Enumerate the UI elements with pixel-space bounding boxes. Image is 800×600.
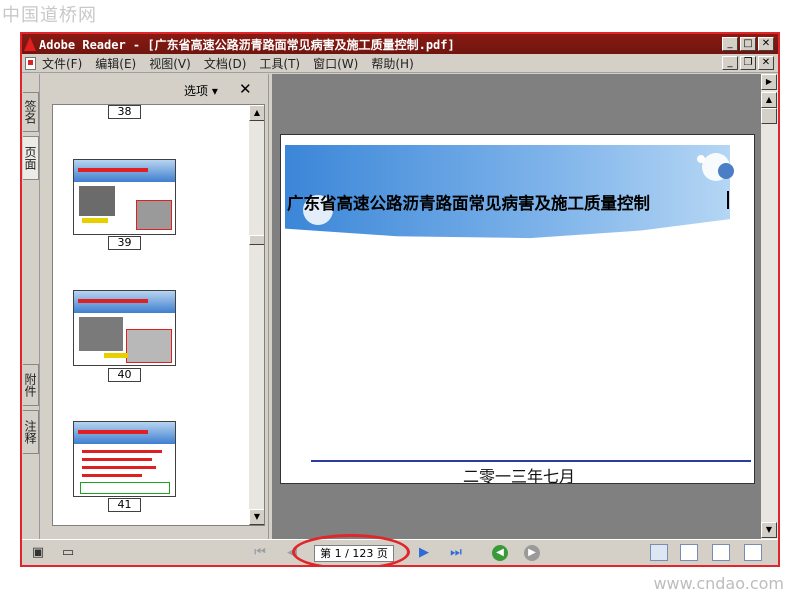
scroll-thumb[interactable] [761,108,777,124]
last-page-icon[interactable]: ⏭ [448,545,464,560]
window-title: Adobe Reader - [广东省高速公路沥青路面常见病害及施工质量控制.p… [39,37,455,52]
panel-arrow-right[interactable]: ▶ [761,74,777,90]
first-page-icon[interactable]: ⏮ [252,545,268,560]
watermark-bottom: www.cndao.com [653,574,784,593]
page-label-39: 39 [108,236,141,250]
page-thumbnail-41[interactable] [73,421,176,497]
tab-attachments[interactable]: 附件 [23,364,39,406]
page-label-40: 40 [108,368,141,382]
thumbnail-scrollbar[interactable]: ▲ ▼ [249,105,264,525]
tab-comments[interactable]: 注释 [23,410,39,454]
minimize-button[interactable]: _ [722,37,738,51]
page-divider [311,460,751,462]
page-label-38: 38 [108,105,141,119]
back-icon[interactable]: ◀ [492,545,508,561]
text-cursor [727,191,729,209]
scroll-up-button[interactable]: ▲ [249,105,264,121]
menu-document[interactable]: 文档(D) [204,55,247,72]
page-date: 二零一三年七月 [463,467,576,484]
menu-view[interactable]: 视图(V) [149,55,191,72]
facing-view-icon[interactable] [712,544,730,561]
scroll-down-button[interactable]: ▼ [761,522,777,538]
scroll-down-button[interactable]: ▼ [249,509,264,525]
single-page-view-icon[interactable] [650,544,668,561]
menu-file[interactable]: 文件(F) [42,55,82,72]
close-button[interactable]: ✕ [758,37,774,51]
document-scrollbar[interactable]: ▶ ▲ ▼ [761,74,778,539]
reader-window: Adobe Reader - [广东省高速公路沥青路面常见病害及施工质量控制.p… [20,32,780,567]
watermark-top: 中国道桥网 [2,5,97,26]
menu-edit[interactable]: 编辑(E) [95,55,136,72]
panel-header: 选项 ▾ ✕ [41,74,268,104]
forward-icon[interactable]: ▶ [524,545,540,561]
tab-pages[interactable]: 页面 [23,136,39,180]
monitor-icon[interactable]: ▣ [30,545,46,560]
continuous-view-icon[interactable] [680,544,698,561]
pages-panel: 选项 ▾ ✕ 38 39 40 41 ▲ ▼ [41,74,268,539]
status-bar: ▣ ▭ ⏮ ◀ 第 1 / 123 页 ▶ ⏭ ◀ ▶ [22,534,778,565]
adobe-reader-icon [24,37,36,51]
menu-help[interactable]: 帮助(H) [371,55,413,72]
side-tab-strip: 签名 页面 附件 注释 [22,74,40,539]
page-thumbnail-39[interactable] [73,159,176,235]
next-page-icon[interactable]: ▶ [416,545,432,560]
pdf-page: 广东省高速公路沥青路面常见病害及施工质量控制 二零一三年七月 [280,134,755,484]
tab-signatures[interactable]: 签名 [23,92,39,132]
scroll-up-button[interactable]: ▲ [761,92,777,108]
title-bar: Adobe Reader - [广东省高速公路沥青路面常见病害及施工质量控制.p… [22,34,778,54]
document-icon[interactable] [25,56,36,70]
options-menu[interactable]: 选项 ▾ [184,82,218,99]
page-number-field[interactable]: 第 1 / 123 页 [314,545,394,562]
continuous-facing-view-icon[interactable] [744,544,762,561]
menu-window[interactable]: 窗口(W) [313,55,358,72]
document-view: 广东省高速公路沥青路面常见病害及施工质量控制 二零一三年七月 [272,74,761,539]
thumbnail-list[interactable]: 38 39 40 41 ▲ ▼ [52,104,265,526]
page-thumbnail-40[interactable] [73,290,176,366]
scroll-thumb[interactable] [249,235,264,245]
page-layout-icon[interactable]: ▭ [60,545,76,560]
doc-minimize-button[interactable]: _ [722,56,738,70]
menu-bar: 文件(F) 编辑(E) 视图(V) 文档(D) 工具(T) 窗口(W) 帮助(H… [22,54,778,73]
maximize-button[interactable]: □ [740,37,756,51]
menu-tools[interactable]: 工具(T) [259,55,300,72]
decorative-bubbles [697,153,734,181]
doc-close-button[interactable]: ✕ [758,56,774,70]
page-title: 广东省高速公路沥青路面常见病害及施工质量控制 [287,194,650,213]
page-label-41: 41 [108,498,141,512]
doc-restore-button[interactable]: ❐ [740,56,756,70]
close-icon[interactable]: ✕ [239,80,252,98]
